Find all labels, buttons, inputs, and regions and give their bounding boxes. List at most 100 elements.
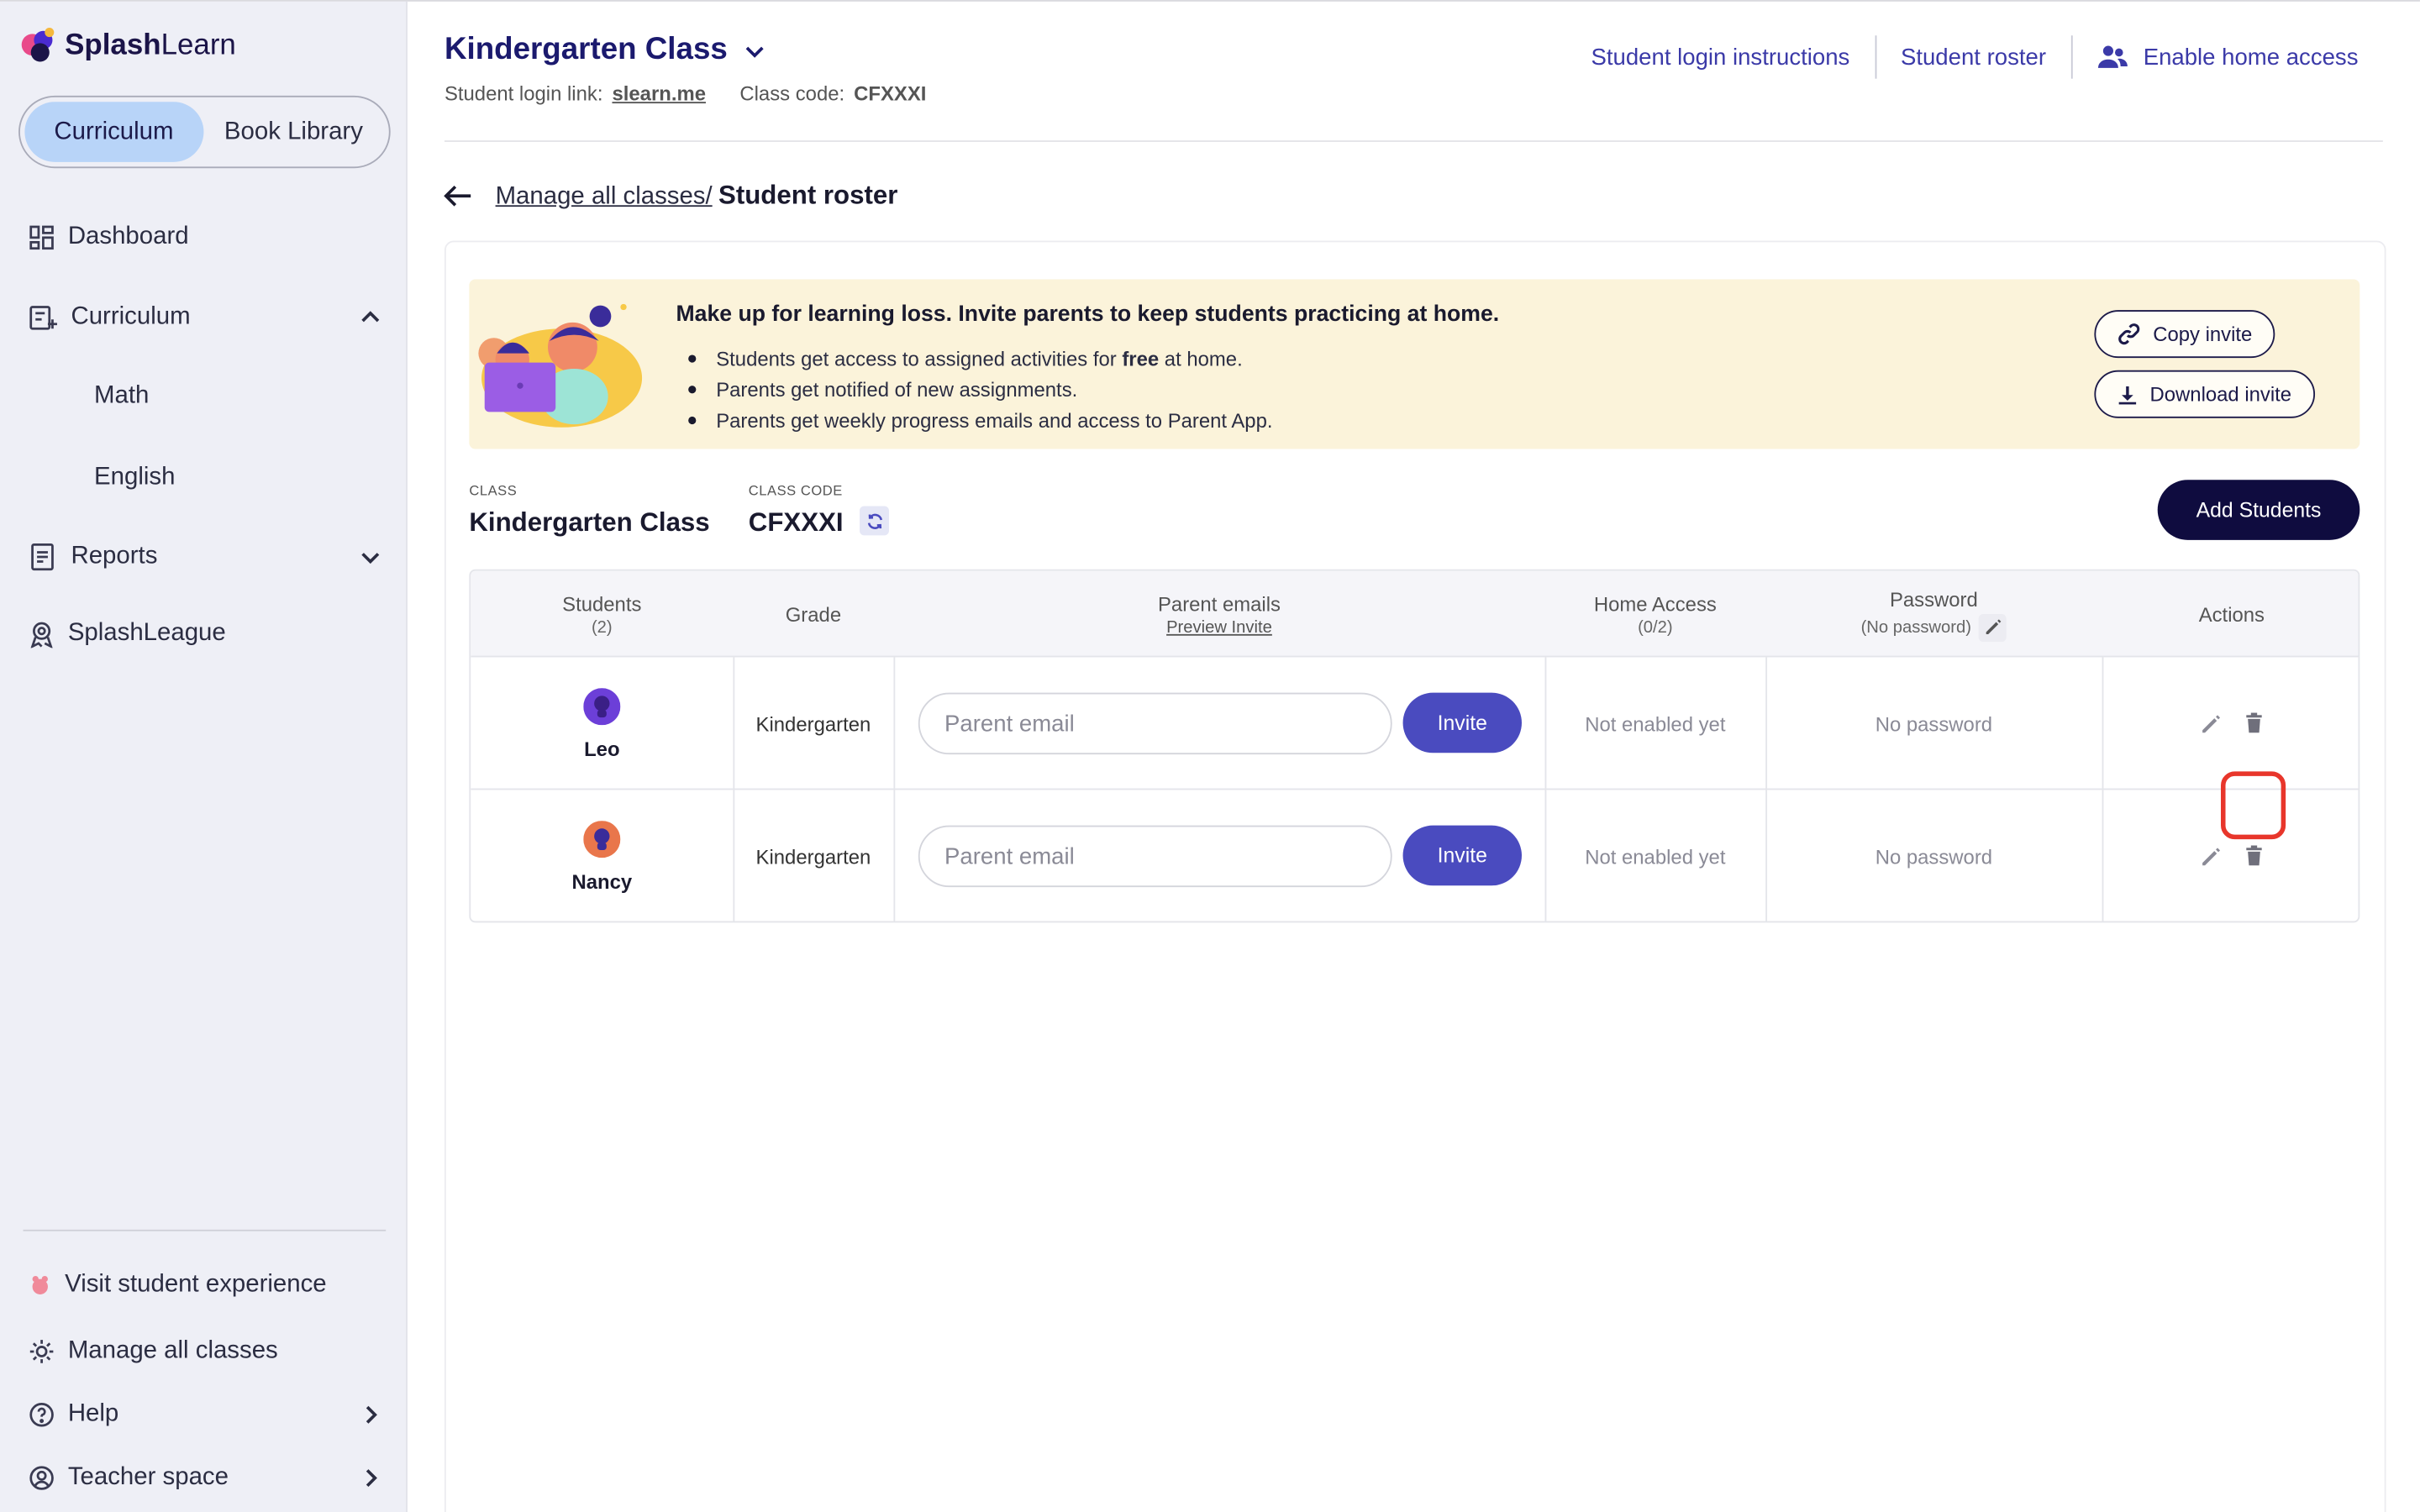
grade-cell: Kindergarten [755,711,871,736]
brand-name-bold: Splash [65,29,161,62]
sidebar-item-reports[interactable]: Reports [28,542,382,573]
users-icon [2097,45,2128,68]
help-icon [29,1403,54,1427]
download-invite-button[interactable]: Download invite [2094,370,2315,418]
parent-email-input[interactable] [918,825,1392,888]
student-roster-link[interactable]: Student roster [1876,44,2071,70]
header-home-access: Home Access (0/2) [1545,571,1766,658]
sidebar-item-curriculum[interactable]: Curriculum [28,302,382,333]
sidebar-item-teacher-space[interactable]: Teacher space [28,1464,382,1492]
header-label: Actions [2198,602,2265,626]
pencil-icon [2202,847,2220,865]
class-code-value: CFXXXI [854,81,927,105]
chevron-right-icon[interactable] [358,1466,382,1490]
table-header: Students (2) Grade Parent emails Preview… [471,570,2359,658]
bullet-text: Parents get weekly progress emails and a… [716,407,1273,432]
edit-password-button[interactable] [1979,613,2007,642]
table-row: Nancy Kindergarten Invite Not enabled ye… [471,790,2358,921]
invite-button[interactable]: Invite [1402,692,1522,753]
refresh-icon [866,512,882,529]
enable-home-access-label: Enable home access [2143,44,2359,71]
class-selector[interactable]: Kindergarten Class [445,33,768,68]
student-roster-table: Students (2) Grade Parent emails Preview… [469,569,2360,923]
sidebar-item-label: Curriculum [71,303,191,331]
header-password: Password (No password) [1765,571,2102,658]
class-code: CFXXXI [748,507,844,538]
tab-curriculum[interactable]: Curriculum [24,102,203,162]
home-access-cell: Not enabled yet [1585,711,1726,736]
curriculum-icon [29,306,57,330]
grade-cell: Kindergarten [755,844,871,869]
enable-home-access-link[interactable]: Enable home access [2072,44,2383,71]
back-arrow-icon[interactable] [443,182,474,210]
student-login-instructions-link[interactable]: Student login instructions [1566,44,1875,70]
student-avatar[interactable] [583,687,621,725]
sidebar-item-label: Dashboard [67,223,189,250]
login-link[interactable]: slearn.me [612,81,705,105]
trash-icon [2245,711,2261,732]
breadcrumb-manage-all-classes[interactable]: Manage all classes/ [496,184,713,212]
banner-bullet: Parents get weekly progress emails and a… [688,404,1272,435]
sidebar-subitem-english[interactable]: English [94,465,175,492]
sidebar-item-help[interactable]: Help [28,1401,382,1429]
header-label: Grade [785,602,842,626]
invite-button[interactable]: Invite [1402,825,1522,886]
page-title: Student roster [718,180,898,210]
sidebar-subitem-math[interactable]: Math [94,383,149,411]
home-access-count: (0/2) [1638,617,1673,637]
splashlearn-logo[interactable]: Splash Learn [18,26,236,66]
login-info: Student login link: slearn.me Class code… [445,81,926,105]
league-icon [30,622,53,648]
pencil-icon [2202,714,2220,732]
sidebar-item-dashboard[interactable]: Dashboard [28,223,382,251]
table-row: Leo Kindergarten Invite Not enabled yet … [471,657,2359,840]
sidebar-item-label: SplashLeague [67,620,226,647]
sidebar-item-splashleague[interactable]: SplashLeague [28,620,382,648]
chevron-down-icon[interactable] [358,544,382,569]
sidebar-item-label: Help [67,1400,119,1427]
delete-student-button[interactable] [2241,841,2265,869]
sidebar-item-manage-all-classes[interactable]: Manage all classes [28,1337,382,1365]
class-label: CLASS [469,482,518,499]
bullet-text: Parents get notified of new assignments. [716,377,1078,401]
banner-title: Make up for learning loss. Invite parent… [676,302,1500,328]
edit-student-button[interactable] [2197,711,2222,736]
student-name[interactable]: Leo [584,737,619,760]
pencil-icon [1986,619,2001,635]
chevron-up-icon[interactable] [358,306,382,330]
breadcrumb: Manage all classes/ Student roster [496,181,898,212]
tab-book-library[interactable]: Book Library [203,102,385,162]
dashboard-icon [29,225,54,250]
banner-benefits-list: Students get access to assigned activiti… [688,343,1272,435]
class-title: Kindergarten Class [444,32,728,66]
preview-invite-link[interactable]: Preview Invite [1166,618,1272,637]
sidebar-item-visit-student-experience[interactable]: Visit student experience [28,1271,382,1299]
password-subheader: (No password) [1861,613,2007,642]
password-cell: No password [1875,844,1993,869]
student-cell: Leo [471,657,733,790]
password-cell: No password [1875,711,1993,736]
student-cell: Nancy [471,790,733,921]
brand-name-light: Learn [160,29,236,62]
student-name[interactable]: Nancy [571,869,632,893]
banner-bullet: Parents get notified of new assignments. [688,373,1272,404]
trash-icon [2245,844,2261,865]
copy-invite-button[interactable]: Copy invite [2094,310,2275,359]
reports-icon [31,543,54,571]
header-label: Students [562,591,642,615]
copy-invite-label: Copy invite [2153,322,2253,346]
refresh-code-button[interactable] [860,506,889,536]
banner-bullet: Students get access to assigned activiti… [688,343,1272,374]
header-grade: Grade [733,571,893,658]
header-parent-emails: Parent emails Preview Invite [893,571,1544,658]
edit-student-button[interactable] [2197,844,2222,869]
chevron-right-icon[interactable] [358,1403,382,1427]
add-students-button[interactable]: Add Students [2157,480,2360,540]
header-links: Student login instructions Student roste… [1566,35,2383,79]
bullet-text: at home. [1159,346,1243,370]
parent-email-input[interactable] [918,692,1392,755]
header-label: Parent emails [1157,591,1281,615]
bullet-text: Students get access to assigned activiti… [716,346,1123,370]
student-avatar[interactable] [583,820,621,858]
delete-student-button[interactable] [2241,708,2265,736]
